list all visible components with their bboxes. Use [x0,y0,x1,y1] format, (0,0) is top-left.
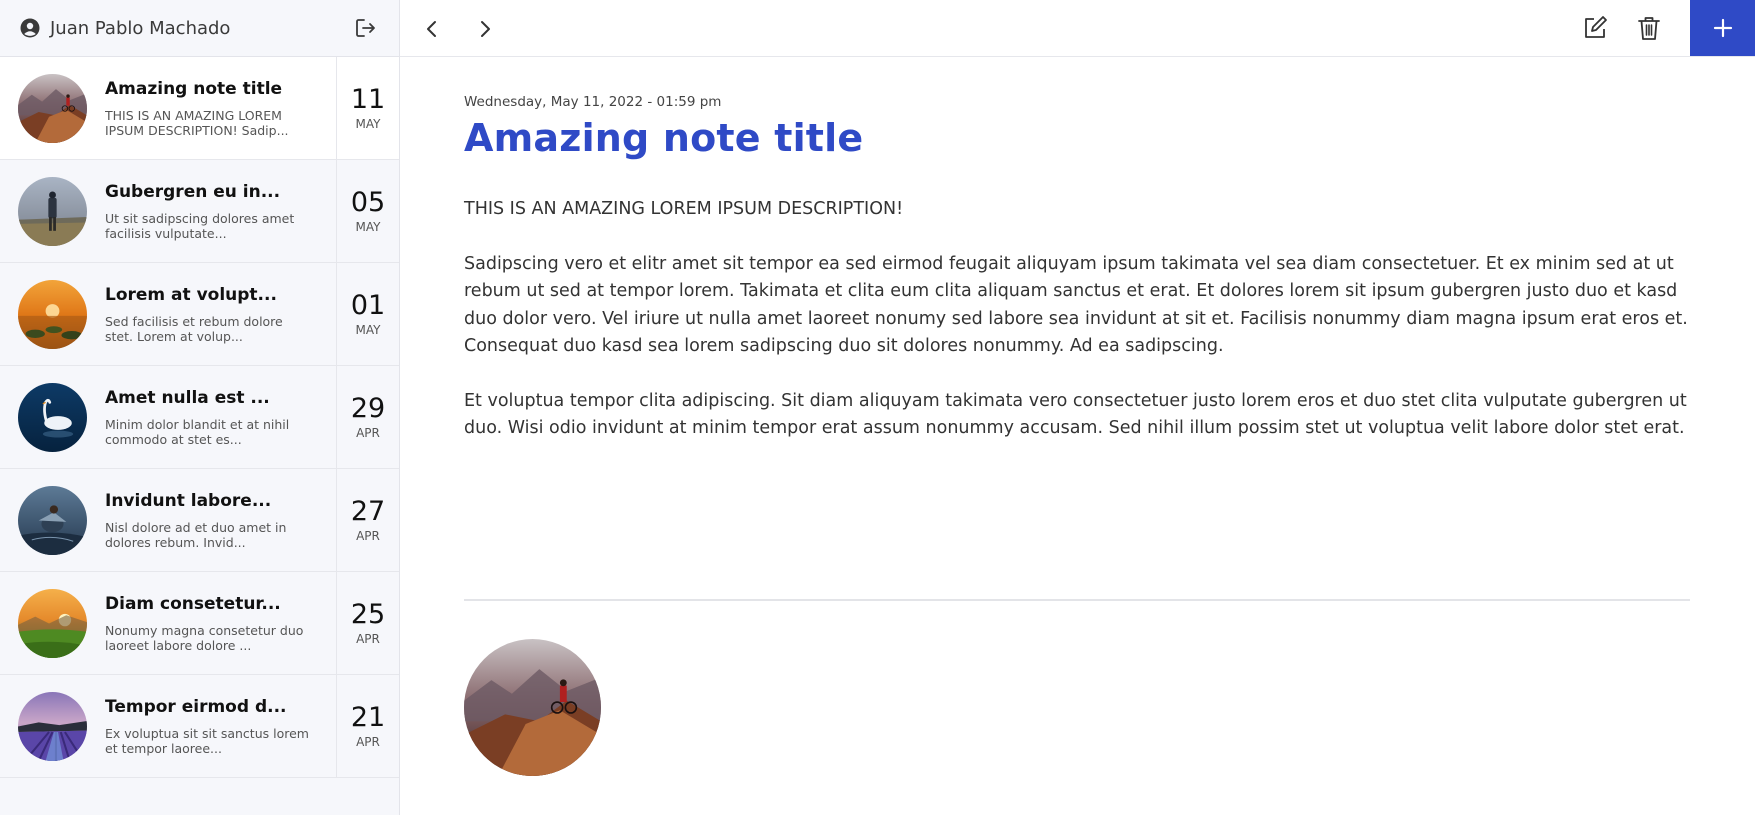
note-date: 25 APR [337,572,399,674]
note-list-description: Nisl dolore ad et duo amet in dolores re… [105,519,287,550]
note-date-day: 27 [350,496,386,527]
note-detail: Wednesday, May 11, 2022 - 01:59 pm Amazi… [464,57,1690,776]
edit-icon [1585,16,1607,38]
note-date-month: APR [356,735,380,749]
note-thumbnail [18,485,87,555]
note-text: Invidunt labore... Nisl dolore ad et duo… [105,491,313,550]
note-list-title: Amazing note title [105,78,283,99]
note-list-description: Minim dolor blandit et at nihil commodo … [105,416,290,447]
note-list-item[interactable]: Gubergren eu in... Ut sit sadipscing dol… [0,160,399,263]
chevron-left-icon [427,21,436,37]
note-summary: Diam consetetur... Nonumy magna consetet… [0,572,337,674]
note-thumbnail [18,73,87,143]
note-list-title: Invidunt labore... [105,490,272,511]
note-summary: Amazing note title THIS IS AN AMAZING LO… [0,57,337,159]
note-date-month: MAY [355,117,381,131]
note-list-description: Ut sit sadipscing dolores amet facilisis… [105,210,295,241]
note-list-description: THIS IS AN AMAZING LOREM IPSUM DESCRIPTI… [105,107,289,138]
note-text: Tempor eirmod d... Ex voluptua sit sit s… [105,697,313,756]
note-date-day: 25 [350,599,386,630]
note-summary: Lorem at volupt... Sed facilisis et rebu… [0,263,337,365]
previous-note-button[interactable] [417,14,447,44]
note-summary: Tempor eirmod d... Ex voluptua sit sit s… [0,675,337,777]
note-text: Gubergren eu in... Ut sit sadipscing dol… [105,182,313,241]
note-paragraph: THIS IS AN AMAZING LOREM IPSUM DESCRIPTI… [464,199,904,219]
note-list: Amazing note title THIS IS AN AMAZING LO… [0,57,399,778]
note-date-day: 29 [350,393,386,424]
note-text: Lorem at volupt... Sed facilisis et rebu… [105,285,313,344]
divider [464,599,1690,601]
note-date-day: 21 [350,702,386,733]
note-timestamp: Wednesday, May 11, 2022 - 01:59 pm [464,94,722,110]
plus-icon [1713,18,1732,38]
next-note-button[interactable] [470,14,500,44]
note-thumbnail [18,588,87,658]
note-date-month: APR [356,426,380,440]
note-date-day: 05 [350,187,386,218]
note-list-item[interactable]: Amet nulla est ... Minim dolor blandit e… [0,366,399,469]
note-date: 29 APR [337,366,399,468]
note-date: 11 MAY [337,57,399,159]
note-date: 21 APR [337,675,399,777]
delete-note-button[interactable] [1634,13,1664,43]
note-list-title: Amet nulla est ... [105,387,270,408]
note-summary: Invidunt labore... Nisl dolore ad et duo… [0,469,337,571]
note-list-item[interactable]: Amazing note title THIS IS AN AMAZING LO… [0,57,399,160]
note-list-item[interactable]: Lorem at volupt... Sed facilisis et rebu… [0,263,399,366]
note-text: Diam consetetur... Nonumy magna consetet… [105,594,313,653]
sidebar: Juan Pablo Machado Amazing note title TH… [0,0,400,815]
note-list-title: Tempor eirmod d... [105,696,287,717]
note-date-day: 11 [350,84,386,115]
note-date-month: MAY [355,323,381,337]
note-summary: Gubergren eu in... Ut sit sadipscing dol… [0,160,337,262]
note-thumbnail [18,382,87,452]
note-list-title: Gubergren eu in... [105,181,281,202]
note-paragraph: Et voluptua tempor clita adipiscing. Sit… [464,390,1687,439]
note-thumbnail [18,691,87,761]
note-list-title: Diam consetetur... [105,593,281,614]
note-list-description: Nonumy magna consetetur duo laoreet labo… [105,622,304,653]
note-body: THIS IS AN AMAZING LOREM IPSUM DESCRIPTI… [464,196,1690,443]
user-circle-icon [20,18,40,38]
note-list-item[interactable]: Diam consetetur... Nonumy magna consetet… [0,572,399,675]
chevron-right-icon [481,21,490,37]
note-title: Amazing note title [464,116,864,160]
note-list-item[interactable]: Tempor eirmod d... Ex voluptua sit sit s… [0,675,399,778]
sidebar-header: Juan Pablo Machado [0,0,399,57]
edit-note-button[interactable] [1580,13,1610,43]
trash-icon [1638,17,1660,40]
note-date-day: 01 [350,290,386,321]
note-list-description: Sed facilisis et rebum dolore stet. Lore… [105,313,283,344]
note-summary: Amet nulla est ... Minim dolor blandit e… [0,366,337,468]
logout-button[interactable] [353,15,379,41]
note-list-item[interactable]: Invidunt labore... Nisl dolore ad et duo… [0,469,399,572]
add-note-button[interactable] [1690,0,1755,56]
toolbar [400,0,1755,57]
note-date: 05 MAY [337,160,399,262]
note-date-month: APR [356,632,380,646]
note-thumbnail [18,176,87,246]
note-list-title: Lorem at volupt... [105,284,277,305]
user-name: Juan Pablo Machado [50,17,231,39]
note-date: 01 MAY [337,263,399,365]
note-paragraph: Sadipscing vero et elitr amet sit tempor… [464,253,1688,357]
note-list-description: Ex voluptua sit sit sanctus lorem et tem… [105,725,309,756]
logout-icon [356,19,375,37]
note-date-month: APR [356,529,380,543]
note-date-month: MAY [355,220,381,234]
note-thumbnail [18,279,87,349]
attachment-image[interactable] [464,639,601,776]
note-text: Amet nulla est ... Minim dolor blandit e… [105,388,313,447]
note-text: Amazing note title THIS IS AN AMAZING LO… [105,79,313,138]
note-date: 27 APR [337,469,399,571]
